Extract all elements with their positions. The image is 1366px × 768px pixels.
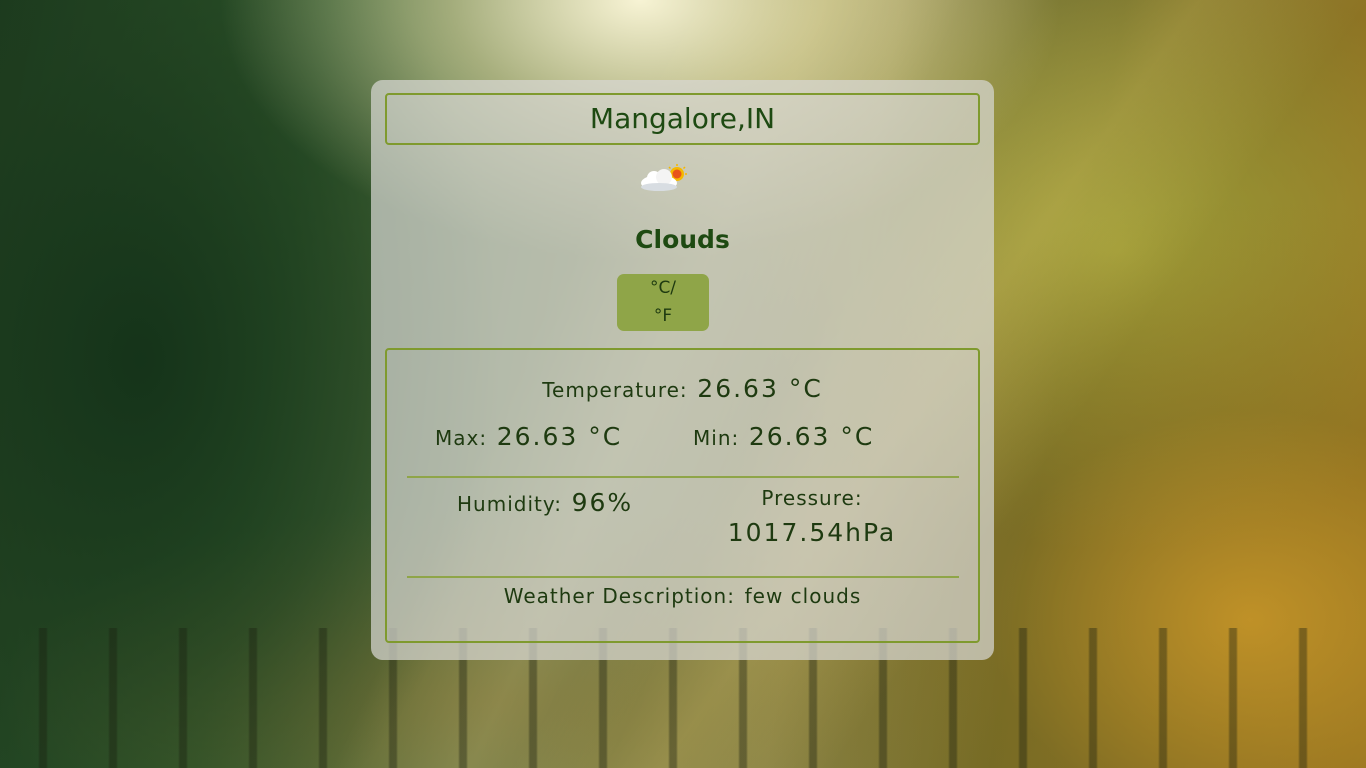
unit-celsius-label: °C/ bbox=[649, 278, 677, 298]
humidity-label: Humidity: bbox=[457, 492, 562, 516]
pressure-row: Pressure: 1017.54hPa bbox=[712, 486, 912, 547]
weather-description-value: few clouds bbox=[744, 584, 862, 608]
cloud-sun-icon bbox=[639, 163, 689, 193]
min-temp-value: 26.63 °C bbox=[748, 422, 875, 451]
humidity-value: 96% bbox=[571, 488, 634, 517]
weather-card: Mangalore,IN Clouds °C/ °F Temperature: … bbox=[371, 80, 994, 660]
temperature-value: 26.63 °C bbox=[697, 374, 823, 403]
pressure-label: Pressure: bbox=[761, 486, 863, 510]
min-temp-label: Min: bbox=[693, 426, 740, 450]
weather-details-panel: Temperature: 26.63 °C Max: 26.63 °C Min:… bbox=[385, 348, 980, 643]
max-temp-row: Max: 26.63 °C bbox=[435, 422, 622, 451]
weather-description-row: Weather Description: few clouds bbox=[387, 584, 978, 608]
max-temp-value: 26.63 °C bbox=[496, 422, 623, 451]
max-temp-label: Max: bbox=[435, 426, 488, 450]
min-temp-row: Min: 26.63 °C bbox=[693, 422, 874, 451]
city-name: Mangalore,IN bbox=[385, 93, 980, 145]
humidity-row: Humidity: 96% bbox=[457, 488, 633, 517]
unit-toggle-button[interactable]: °C/ °F bbox=[617, 274, 709, 331]
pressure-value: 1017.54hPa bbox=[727, 518, 897, 547]
divider bbox=[407, 576, 959, 578]
temperature-row: Temperature: 26.63 °C bbox=[387, 374, 978, 403]
unit-fahrenheit-label: °F bbox=[653, 306, 673, 326]
temperature-label: Temperature: bbox=[542, 378, 688, 402]
weather-condition: Clouds bbox=[635, 225, 730, 254]
divider bbox=[407, 476, 959, 478]
weather-description-label: Weather Description: bbox=[503, 584, 735, 608]
